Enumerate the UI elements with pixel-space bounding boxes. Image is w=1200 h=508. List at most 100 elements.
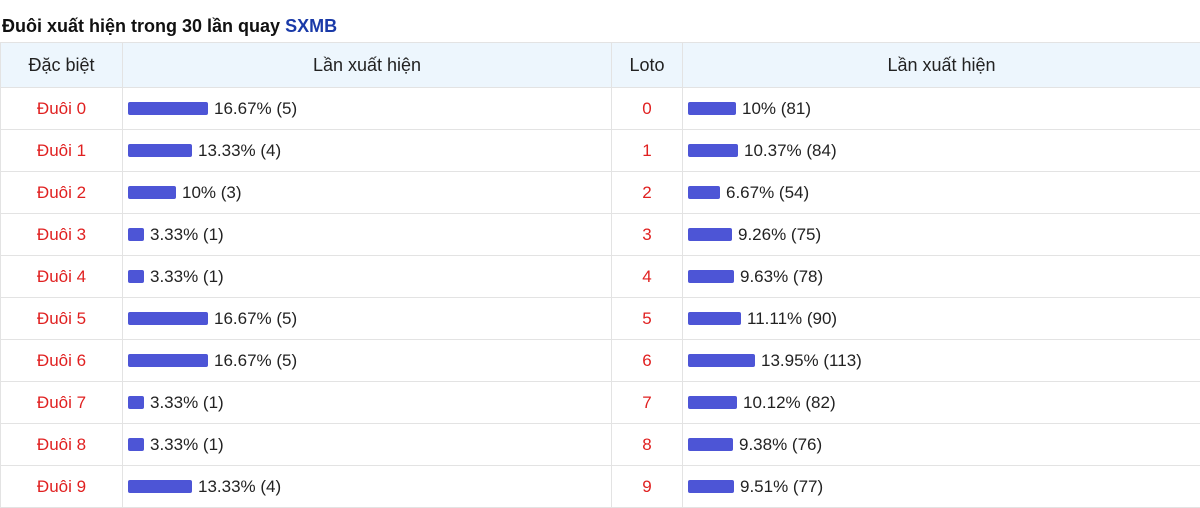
- special-label: Đuôi 8: [0, 423, 123, 466]
- special-frequency-cell: 13.33% (4): [122, 465, 612, 508]
- loto-frequency-cell: 10% (81): [682, 87, 1200, 130]
- loto-frequency-bar: [688, 270, 734, 283]
- loto-frequency-bar: [688, 354, 755, 367]
- loto-label: 9: [611, 465, 683, 508]
- table-row: Đuôi 1 13.33% (4) 1 10.37% (84): [0, 129, 1200, 172]
- special-frequency-bar: [128, 438, 144, 451]
- loto-frequency-bar: [688, 312, 741, 325]
- special-frequency-value: 3.33% (1): [150, 224, 224, 244]
- special-label: Đuôi 0: [0, 87, 123, 130]
- special-label: Đuôi 4: [0, 255, 123, 298]
- loto-frequency-bar: [688, 396, 737, 409]
- special-frequency-cell: 3.33% (1): [122, 423, 612, 466]
- special-frequency-bar: [128, 186, 176, 199]
- special-frequency-cell: 16.67% (5): [122, 87, 612, 130]
- loto-frequency-bar: [688, 438, 733, 451]
- special-label: Đuôi 7: [0, 381, 123, 424]
- loto-label: 3: [611, 213, 683, 256]
- special-frequency-cell: 16.67% (5): [122, 297, 612, 340]
- special-frequency-bar: [128, 144, 192, 157]
- special-label: Đuôi 1: [0, 129, 123, 172]
- special-frequency-cell: 13.33% (4): [122, 129, 612, 172]
- loto-frequency-value: 10.37% (84): [744, 140, 837, 160]
- loto-frequency-value: 6.67% (54): [726, 182, 810, 202]
- special-label: Đuôi 3: [0, 213, 123, 256]
- page-title: Đuôi xuất hiện trong 30 lần quay SXMB: [0, 0, 1200, 42]
- title-text: Đuôi xuất hiện trong 30 lần quay: [2, 16, 281, 36]
- loto-frequency-bar: [688, 480, 734, 493]
- table-row: Đuôi 4 3.33% (1) 4 9.63% (78): [0, 255, 1200, 298]
- loto-label: 6: [611, 339, 683, 382]
- loto-label: 7: [611, 381, 683, 424]
- loto-frequency-value: 10.12% (82): [743, 392, 836, 412]
- loto-frequency-cell: 6.67% (54): [682, 171, 1200, 214]
- loto-label: 0: [611, 87, 683, 130]
- loto-frequency-value: 13.95% (113): [761, 350, 862, 370]
- loto-frequency-cell: 11.11% (90): [682, 297, 1200, 340]
- loto-frequency-value: 9.26% (75): [738, 224, 822, 244]
- special-label: Đuôi 9: [0, 465, 123, 508]
- special-frequency-bar: [128, 396, 144, 409]
- table-body: Đuôi 0 16.67% (5) 0 10% (81) Đuôi 1 13.33% (4…: [0, 87, 1200, 508]
- special-frequency-value: 16.67% (5): [214, 350, 298, 370]
- table-header-row: Đặc biệt Lần xuất hiện Loto Lần xuất hiệ…: [0, 42, 1200, 88]
- special-frequency-value: 13.33% (4): [198, 476, 282, 496]
- loto-label: 5: [611, 297, 683, 340]
- special-frequency-cell: 3.33% (1): [122, 255, 612, 298]
- table-row: Đuôi 5 16.67% (5) 5 11.11% (90): [0, 297, 1200, 340]
- table-row: Đuôi 6 16.67% (5) 6 13.95% (113): [0, 339, 1200, 382]
- loto-label: 2: [611, 171, 683, 214]
- loto-frequency-value: 11.11% (90): [747, 308, 838, 328]
- special-label: Đuôi 6: [0, 339, 123, 382]
- special-frequency-bar: [128, 312, 208, 325]
- title-brand: SXMB: [285, 16, 338, 36]
- special-label: Đuôi 5: [0, 297, 123, 340]
- header-loto: Loto: [611, 42, 683, 88]
- loto-label: 4: [611, 255, 683, 298]
- special-frequency-value: 13.33% (4): [198, 140, 282, 160]
- special-frequency-bar: [128, 228, 144, 241]
- loto-frequency-bar: [688, 186, 720, 199]
- special-frequency-value: 3.33% (1): [150, 266, 224, 286]
- header-occurrence-left: Lần xuất hiện: [122, 42, 612, 88]
- special-frequency-bar: [128, 480, 192, 493]
- loto-frequency-cell: 9.26% (75): [682, 213, 1200, 256]
- special-frequency-bar: [128, 270, 144, 283]
- special-frequency-bar: [128, 354, 208, 367]
- frequency-table: Đặc biệt Lần xuất hiện Loto Lần xuất hiệ…: [0, 42, 1200, 508]
- loto-frequency-bar: [688, 144, 738, 157]
- loto-frequency-bar: [688, 102, 736, 115]
- special-frequency-cell: 10% (3): [122, 171, 612, 214]
- loto-frequency-cell: 9.38% (76): [682, 423, 1200, 466]
- loto-label: 1: [611, 129, 683, 172]
- special-frequency-value: 3.33% (1): [150, 392, 224, 412]
- loto-frequency-cell: 10.12% (82): [682, 381, 1200, 424]
- loto-frequency-value: 10% (81): [742, 98, 811, 118]
- table-row: Đuôi 2 10% (3) 2 6.67% (54): [0, 171, 1200, 214]
- table-row: Đuôi 9 13.33% (4) 9 9.51% (77): [0, 465, 1200, 508]
- special-frequency-value: 3.33% (1): [150, 434, 224, 454]
- special-frequency-bar: [128, 102, 208, 115]
- loto-frequency-value: 9.63% (78): [740, 266, 824, 286]
- table-row: Đuôi 8 3.33% (1) 8 9.38% (76): [0, 423, 1200, 466]
- loto-frequency-cell: 9.51% (77): [682, 465, 1200, 508]
- table-row: Đuôi 3 3.33% (1) 3 9.26% (75): [0, 213, 1200, 256]
- special-frequency-value: 16.67% (5): [214, 98, 298, 118]
- loto-frequency-bar: [688, 228, 732, 241]
- loto-frequency-value: 9.38% (76): [739, 434, 823, 454]
- table-row: Đuôi 7 3.33% (1) 7 10.12% (82): [0, 381, 1200, 424]
- table-row: Đuôi 0 16.67% (5) 0 10% (81): [0, 87, 1200, 130]
- loto-label: 8: [611, 423, 683, 466]
- header-special: Đặc biệt: [0, 42, 123, 88]
- special-frequency-cell: 3.33% (1): [122, 381, 612, 424]
- loto-frequency-cell: 10.37% (84): [682, 129, 1200, 172]
- special-frequency-value: 10% (3): [182, 182, 242, 202]
- loto-frequency-cell: 9.63% (78): [682, 255, 1200, 298]
- special-label: Đuôi 2: [0, 171, 123, 214]
- loto-frequency-cell: 13.95% (113): [682, 339, 1200, 382]
- special-frequency-value: 16.67% (5): [214, 308, 298, 328]
- header-occurrence-right: Lần xuất hiện: [682, 42, 1200, 88]
- loto-frequency-value: 9.51% (77): [740, 476, 824, 496]
- special-frequency-cell: 16.67% (5): [122, 339, 612, 382]
- special-frequency-cell: 3.33% (1): [122, 213, 612, 256]
